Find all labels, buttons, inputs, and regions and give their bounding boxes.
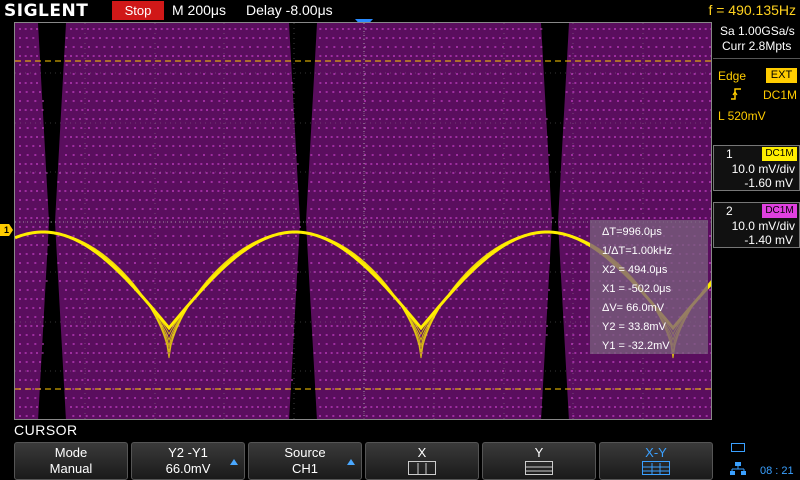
divider bbox=[713, 58, 800, 59]
channel-number: 1 bbox=[726, 147, 733, 161]
cursor-readout-panel: ΔT=996.0μs 1/ΔT=1.00kHz X2 = 494.0μs X1 … bbox=[590, 220, 708, 354]
battery-icon bbox=[731, 443, 745, 452]
channel-number: 2 bbox=[726, 204, 733, 218]
trigger-level[interactable]: L 520mV bbox=[718, 109, 766, 123]
channel-1-box[interactable]: 1 DC1M 10.0 mV/div -1.60 mV bbox=[713, 145, 800, 191]
adjust-arrow-icon bbox=[230, 459, 238, 465]
run-stop-status[interactable]: Stop bbox=[112, 1, 164, 20]
adjust-arrow-icon bbox=[347, 459, 355, 465]
cursor-y1: Y1 = -32.2mV bbox=[602, 340, 670, 352]
softkey-label: Mode bbox=[54, 445, 88, 460]
channel-offset: -1.60 mV bbox=[744, 176, 793, 190]
softkey-x[interactable]: X bbox=[365, 442, 479, 480]
softkey-label: Source bbox=[284, 445, 326, 460]
softkey-value: Manual bbox=[49, 461, 93, 476]
softkey-value: 66.0mV bbox=[165, 461, 211, 476]
network-icon bbox=[730, 462, 746, 475]
softkey-x-y[interactable]: X-Y bbox=[599, 442, 713, 480]
channel-scale: 10.0 mV/div bbox=[731, 219, 795, 233]
softkey-label: X-Y bbox=[645, 445, 667, 460]
x-cursor-icon bbox=[408, 461, 436, 475]
channel-coupling-badge: DC1M bbox=[762, 204, 797, 218]
channel-2-box[interactable]: 2 DC1M 10.0 mV/div -1.40 mV bbox=[713, 202, 800, 248]
softkey-y2-y1[interactable]: Y2 -Y1 66.0mV bbox=[131, 442, 245, 480]
trigger-mode[interactable]: Edge bbox=[718, 69, 746, 83]
ch1-level-marker-icon[interactable]: 1 bbox=[0, 224, 13, 236]
channel-coupling-badge: DC1M bbox=[762, 147, 797, 161]
softkey-label: Y2 -Y1 bbox=[168, 445, 208, 460]
channel-scale: 10.0 mV/div bbox=[731, 162, 795, 176]
trigger-coupling[interactable]: DC1M bbox=[763, 88, 797, 102]
cursor-delta-v: ΔV= 66.0mV bbox=[602, 302, 665, 314]
softkey-y[interactable]: Y bbox=[482, 442, 596, 480]
trigger-delay-readout[interactable]: Delay -8.00μs bbox=[246, 2, 333, 18]
channel-offset: -1.40 mV bbox=[744, 233, 793, 247]
brand-logo: SIGLENT bbox=[4, 1, 89, 21]
timebase-readout[interactable]: M 200μs bbox=[172, 2, 226, 18]
trigger-source-badge[interactable]: EXT bbox=[766, 68, 797, 83]
sample-rate: Sa 1.00GSa/s bbox=[720, 24, 795, 38]
softkey-source[interactable]: Source CH1 bbox=[248, 442, 362, 480]
cursor-delta-t: ΔT=996.0μs bbox=[602, 226, 662, 238]
cursor-y2: Y2 = 33.8mV bbox=[602, 321, 666, 333]
y-cursor-icon bbox=[525, 461, 553, 475]
softkey-value: CH1 bbox=[291, 461, 318, 476]
softkey-label: Y bbox=[534, 445, 544, 460]
frequency-counter: f = 490.135Hz bbox=[708, 2, 796, 18]
memory-depth: Curr 2.8Mpts bbox=[722, 39, 792, 53]
softkey-mode[interactable]: Mode Manual bbox=[14, 442, 128, 480]
menu-title: CURSOR bbox=[14, 422, 78, 438]
cursor-inverse-delta-t: 1/ΔT=1.00kHz bbox=[602, 245, 673, 257]
clock: 08 : 21 bbox=[760, 465, 794, 477]
softkey-label: X bbox=[417, 445, 427, 460]
cursor-x1: X1 = -502.0μs bbox=[602, 283, 672, 295]
cursor-x2: X2 = 494.0μs bbox=[602, 264, 668, 276]
xy-cursor-icon bbox=[642, 461, 670, 475]
rising-edge-icon bbox=[731, 88, 741, 100]
